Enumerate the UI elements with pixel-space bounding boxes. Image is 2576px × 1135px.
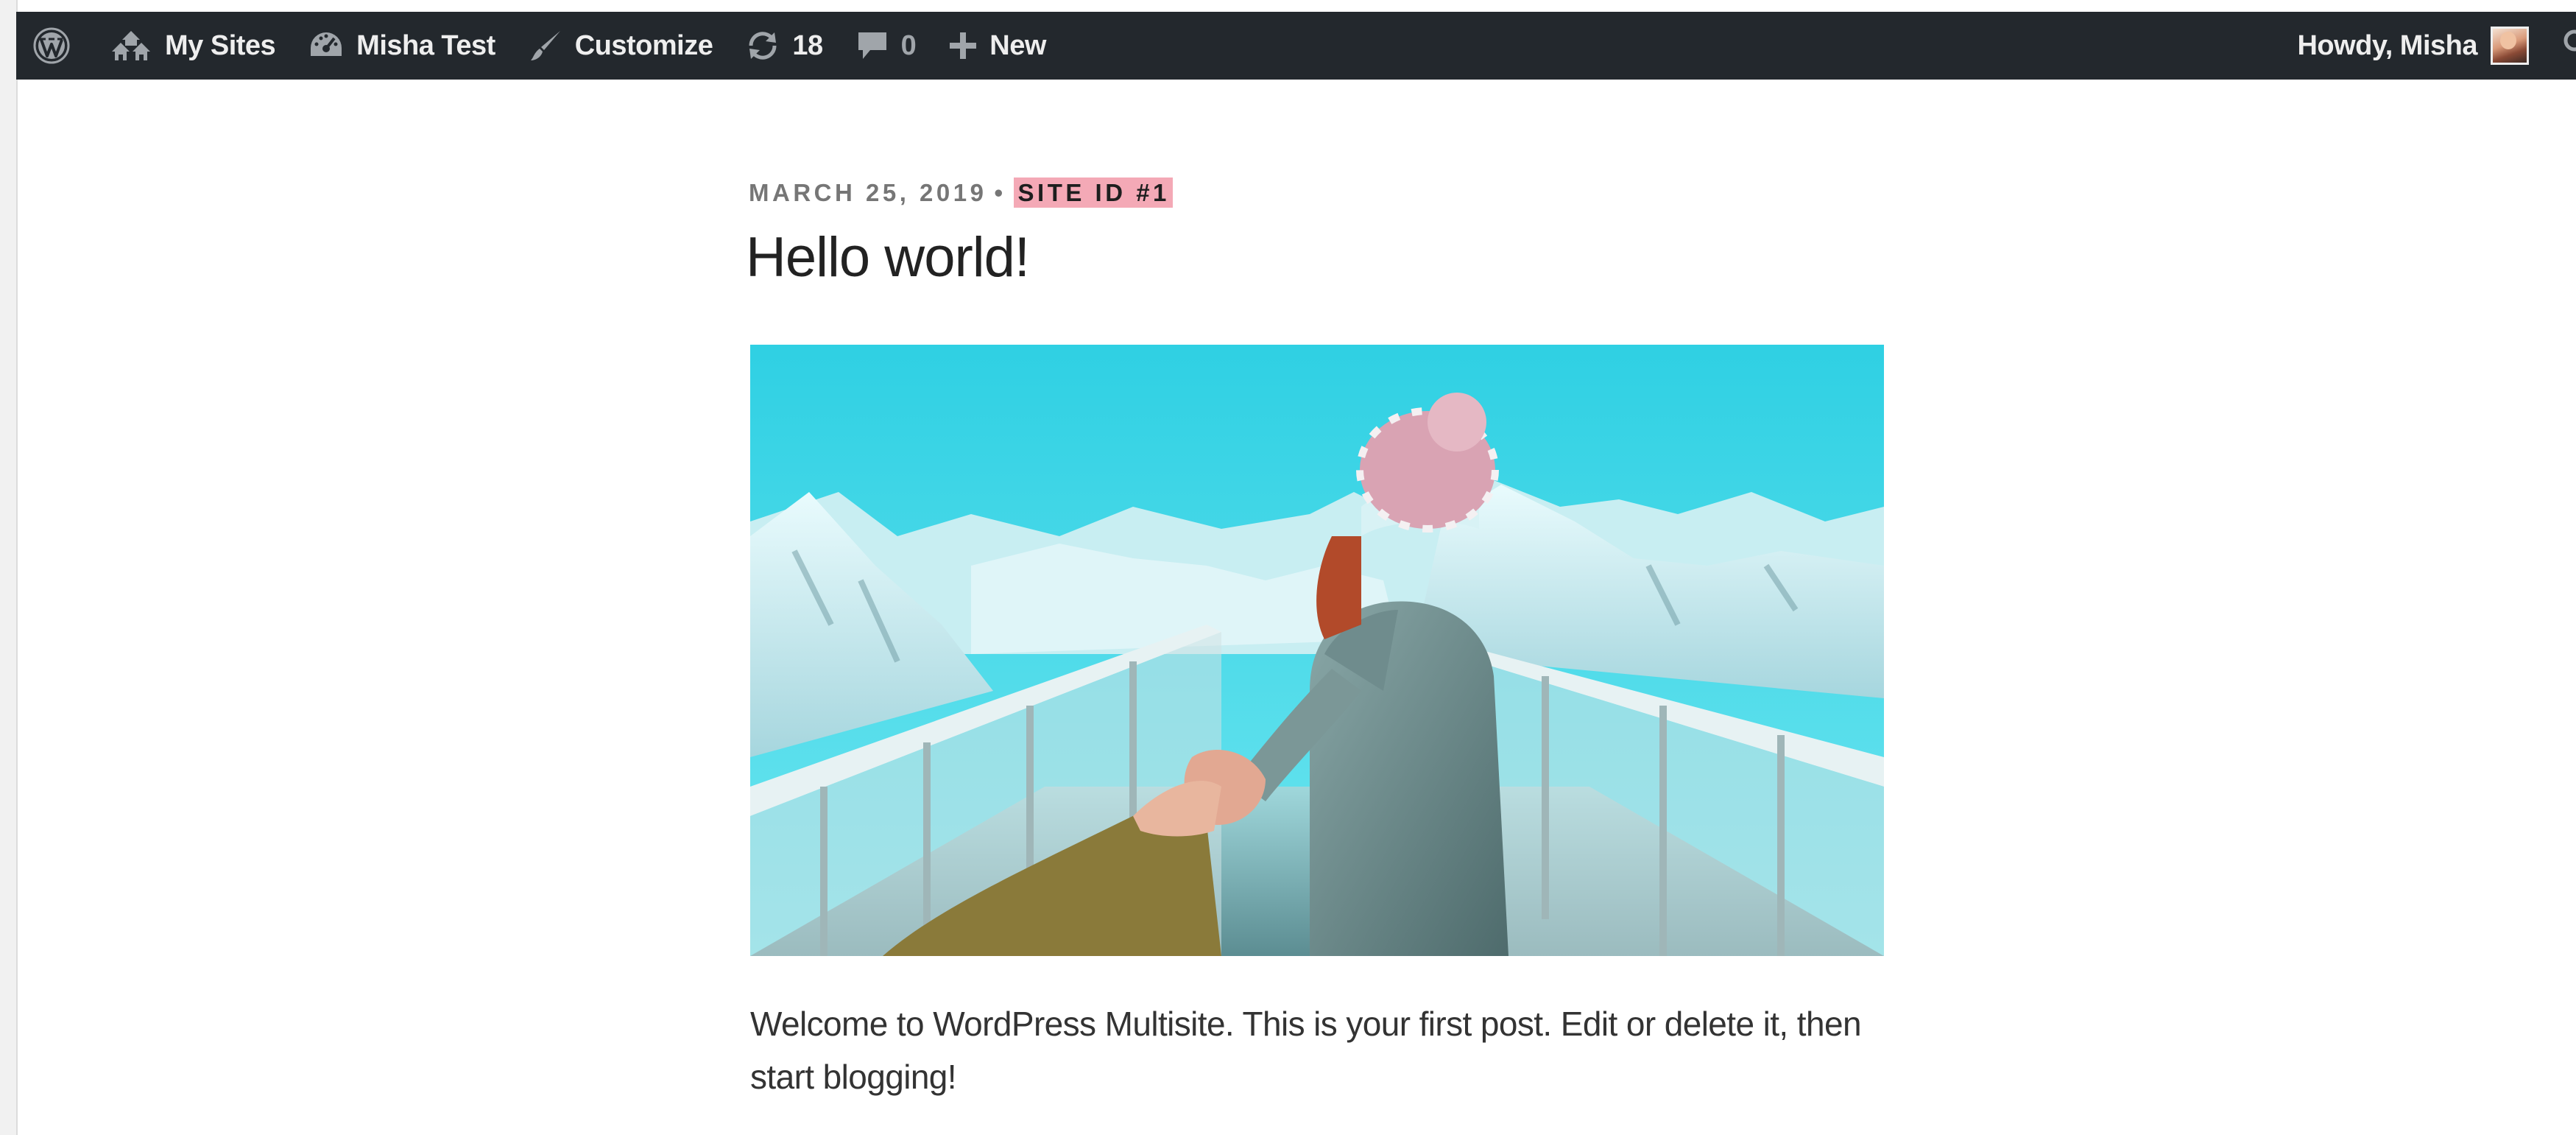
- comments-count: 0: [900, 29, 917, 61]
- admin-bar: My Sites Misha Test Customize 18 0 New H…: [16, 12, 2576, 80]
- site-name-menu[interactable]: Misha Test: [292, 12, 512, 80]
- avatar: [2491, 27, 2529, 65]
- post-title[interactable]: Hello world!: [746, 221, 1030, 295]
- page: My Sites Misha Test Customize 18 0 New H…: [0, 0, 2576, 1135]
- site-name-label: Misha Test: [356, 29, 495, 61]
- wp-logo-menu[interactable]: [16, 12, 93, 80]
- site-id-badge: SITE ID #1: [1013, 178, 1173, 208]
- featured-image: [750, 345, 1884, 956]
- top-margin: [0, 0, 2576, 12]
- wordpress-logo-icon: [32, 27, 71, 65]
- my-sites-icon: [109, 29, 153, 62]
- dashboard-icon: [308, 29, 345, 62]
- customize-link[interactable]: Customize: [512, 12, 730, 80]
- post-date-link[interactable]: MARCH 25, 2019: [749, 179, 987, 206]
- my-sites-label: My Sites: [165, 29, 276, 61]
- howdy-label: Howdy, Misha: [2297, 29, 2477, 61]
- search-icon: [2561, 26, 2576, 66]
- comments-link[interactable]: 0: [839, 12, 933, 80]
- updates-link[interactable]: 18: [729, 12, 839, 80]
- comment-icon: [855, 29, 889, 62]
- customize-label: Customize: [574, 29, 713, 61]
- updates-icon: [745, 29, 780, 62]
- entry-meta: MARCH 25, 2019 • SITE ID #1: [749, 172, 1173, 214]
- new-content-menu[interactable]: New: [932, 12, 1062, 80]
- paintbrush-icon: [528, 28, 563, 63]
- search-toggle[interactable]: [2529, 12, 2576, 80]
- post-content: Welcome to WordPress Multisite. This is …: [750, 1005, 1862, 1096]
- my-sites-menu[interactable]: My Sites: [93, 12, 292, 80]
- new-label: New: [989, 29, 1046, 61]
- admin-bar-secondary: Howdy, Misha: [2281, 12, 2576, 80]
- meta-separator: •: [994, 179, 1006, 206]
- window-left-edge: [0, 0, 18, 1135]
- plus-icon: [948, 31, 978, 60]
- updates-count: 18: [792, 29, 823, 61]
- my-account-menu[interactable]: Howdy, Misha: [2281, 12, 2529, 80]
